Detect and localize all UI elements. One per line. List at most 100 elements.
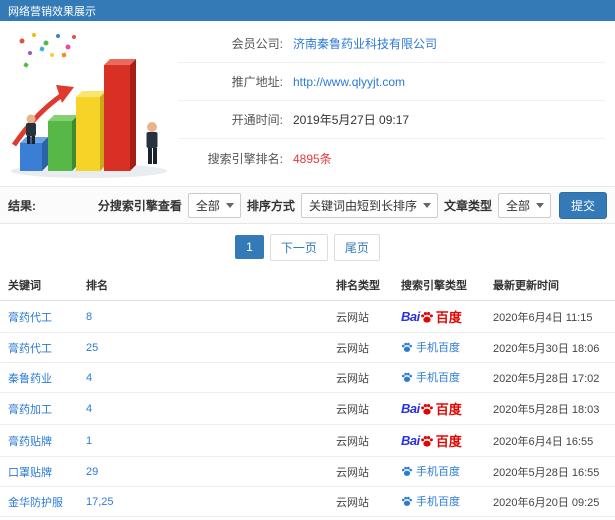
mobile-baidu-label: 手机百度 [416, 342, 460, 354]
info-value-company[interactable]: 济南秦鲁药业科技有限公司 [293, 35, 437, 52]
keyword-link[interactable]: 膏药代工 [8, 312, 52, 324]
baidu-logo-latin: Bai [401, 433, 420, 448]
filter-select-value-engine-view: 全部 [195, 198, 220, 213]
info-label-company: 会员公司: [231, 37, 283, 51]
engine-cell: 手机百度 [393, 486, 485, 517]
table-row: 口罩贴牌 29 云网站 手机百度 2020年5月28日 16:55 [0, 456, 615, 487]
rank-cell: 29 [78, 456, 328, 487]
update-time-cell: 2020年6月20日 09:25 [485, 486, 615, 517]
engine-cell: 手机百度 [393, 456, 485, 487]
filter-label-article-type: 文章类型 [443, 198, 492, 213]
baidu-logo: Bai 百度 [401, 431, 462, 450]
rank-type-cell: 云网站 [328, 516, 393, 520]
engine-cell: Bai 百度 [393, 392, 485, 425]
filter-controls: 分搜索引擎查看 全部 排序方式 关键词由短到长排序 文章类型 全部 [98, 192, 551, 218]
table-row: 膏药代工 25 云网站 手机百度 2020年5月30日 18:06 [0, 332, 615, 363]
baidu-logo-cjk: 百度 [435, 402, 462, 417]
keyword-link[interactable]: 金华防护服 [8, 497, 63, 509]
rank-link[interactable]: 8 [86, 311, 92, 323]
info-label-url: 推广地址: [231, 75, 283, 89]
column-header-3: 搜索引擎类型 [393, 270, 485, 301]
keyword-cell: 口罩贴牌 [0, 456, 78, 487]
baidu-logo-cjk: 百度 [435, 434, 462, 449]
rank-type-cell: 云网站 [328, 300, 393, 333]
chevron-down-icon [535, 203, 544, 208]
pagination-last-button[interactable]: 尾页 [333, 233, 380, 261]
mobile-baidu-logo: 手机百度 [401, 339, 460, 355]
filter-select-article-type[interactable]: 全部 [497, 192, 551, 218]
pagination-next-button[interactable]: 下一页 [269, 233, 328, 261]
rank-link[interactable]: 17,25 [86, 496, 114, 508]
title-bar: 网络营销效果展示 [0, 0, 615, 21]
keyword-link[interactable]: 膏药贴牌 [8, 436, 52, 448]
update-time-cell: 2020年5月28日 17:02 [485, 362, 615, 393]
baidu-logo: Bai 百度 [401, 399, 462, 418]
chevron-down-icon [225, 203, 234, 208]
info-value-url[interactable]: http://www.qlyyjt.com [293, 75, 405, 89]
keyword-cell: 膏药代工 [0, 332, 78, 363]
page-title: 网络营销效果展示 [8, 5, 96, 18]
rank-type-cell: 云网站 [328, 392, 393, 425]
keyword-cell: 秦鲁药业 [0, 362, 78, 393]
baidu-paw-icon [401, 466, 413, 476]
info-row-url: 推广地址: http://www.qlyyjt.com [178, 63, 605, 101]
engine-cell: Bai 百度 [393, 424, 485, 457]
engine-cell: 手机百度 [393, 362, 485, 393]
mobile-baidu-label: 手机百度 [416, 466, 460, 478]
baidu-paw-icon [420, 311, 433, 323]
info-value-rankings: 4895条 [293, 151, 332, 166]
rank-cell: 4 [78, 392, 328, 425]
table-header-row: 关键词 排名 排名类型 搜索引擎类型 最新更新时间 [0, 270, 615, 301]
keyword-cell: 金华防护服 [0, 486, 78, 517]
rank-cell: 4 [78, 362, 328, 393]
results-table: 关键词 排名 排名类型 搜索引擎类型 最新更新时间 膏药代工 8 云网站 Bai 百度 2020年… [0, 270, 615, 520]
keyword-link[interactable]: 膏药代工 [8, 343, 52, 355]
rank-link[interactable]: 25 [86, 342, 98, 354]
rank-cell: 1 [78, 424, 328, 457]
filter-select-sort-order[interactable]: 关键词由短到长排序 [300, 192, 438, 218]
table-row: 秦鲁药业 4 云网站 手机百度 2020年5月28日 17:02 [0, 362, 615, 393]
result-label: 结果: [8, 198, 36, 213]
filter-label-sort-order: 排序方式 [246, 198, 295, 213]
baidu-logo-latin: Bai [401, 309, 420, 324]
filter-bar: 结果: 分搜索引擎查看 全部 排序方式 关键词由短到长排序 文章类型 全部 提交 [0, 186, 615, 224]
table-row: 福建防护服10云网站手机百度2020年6月4日 11:10 [0, 516, 615, 520]
baidu-logo-cjk: 百度 [435, 310, 462, 325]
rank-link[interactable]: 4 [86, 403, 92, 415]
mobile-baidu-logo: 手机百度 [401, 493, 460, 509]
filter-select-value-article-type: 全部 [505, 198, 530, 213]
chart-clipart [0, 21, 178, 181]
keyword-link[interactable]: 膏药加工 [8, 404, 52, 416]
column-header-2: 排名类型 [328, 270, 393, 301]
rank-cell: 17,25 [78, 486, 328, 517]
pagination-current-page[interactable]: 1 [235, 235, 264, 259]
table-row: 膏药贴牌 1 云网站 Bai 百度 2020年6月4日 16:55 [0, 424, 615, 457]
column-header-4: 最新更新时间 [485, 270, 615, 301]
mobile-baidu-label: 手机百度 [416, 372, 460, 384]
update-time-cell: 2020年6月4日 16:55 [485, 424, 615, 457]
rank-link[interactable]: 4 [86, 372, 92, 384]
mobile-baidu-logo: 手机百度 [401, 463, 460, 479]
keyword-cell: 膏药代工 [0, 300, 78, 333]
update-time-cell: 2020年6月4日 11:10 [485, 516, 615, 520]
rank-type-cell: 云网站 [328, 456, 393, 487]
filter-select-value-sort-order: 关键词由短到长排序 [308, 198, 417, 213]
submit-button[interactable]: 提交 [558, 191, 607, 219]
info-label-opened: 开通时间: [231, 113, 283, 127]
keyword-cell: 膏药贴牌 [0, 424, 78, 457]
rank-type-cell: 云网站 [328, 362, 393, 393]
rank-link[interactable]: 1 [86, 435, 92, 447]
update-time-cell: 2020年6月4日 11:15 [485, 300, 615, 333]
filter-select-engine-view[interactable]: 全部 [187, 192, 241, 218]
keyword-cell: 福建防护服 [0, 516, 78, 520]
rank-link[interactable]: 29 [86, 466, 98, 478]
baidu-paw-icon [401, 342, 413, 352]
keyword-link[interactable]: 秦鲁药业 [8, 373, 52, 385]
column-header-1: 排名 [78, 270, 328, 301]
table-row: 膏药代工 8 云网站 Bai 百度 2020年6月4日 11:15 [0, 300, 615, 333]
info-rows: 会员公司: 济南秦鲁药业科技有限公司推广地址: http://www.qlyyjt.… [178, 25, 615, 186]
keyword-link[interactable]: 口罩贴牌 [8, 467, 52, 479]
rank-type-cell: 云网站 [328, 486, 393, 517]
column-header-0: 关键词 [0, 270, 78, 301]
info-row-opened: 开通时间: 2019年5月27日 09:17 [178, 101, 605, 139]
